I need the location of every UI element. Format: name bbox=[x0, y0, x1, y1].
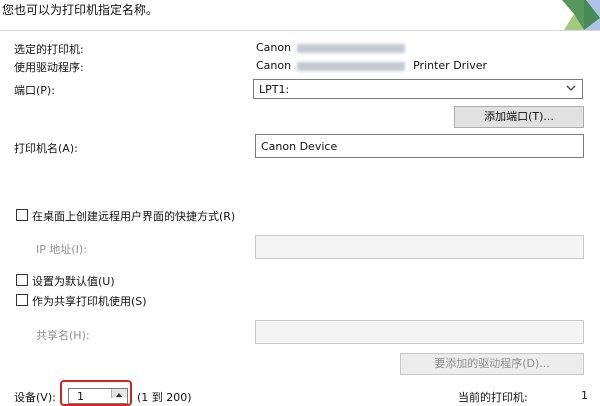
share-name-label: 共享名(H): bbox=[36, 329, 90, 342]
driver-prefix: Canon bbox=[256, 59, 292, 72]
printer-name-input[interactable]: Canon Device bbox=[255, 134, 584, 158]
port-label: 端口(P): bbox=[14, 84, 55, 97]
default-printer-checkbox[interactable] bbox=[16, 274, 28, 286]
shortcut-checkbox-label[interactable]: 在桌面上创建远程用户界面的快捷方式(R) bbox=[32, 208, 235, 224]
ip-address-input[interactable] bbox=[255, 235, 584, 259]
ip-address-label: IP 地址(I): bbox=[36, 243, 87, 256]
printer-name-value: Canon Device bbox=[261, 140, 338, 153]
port-selected-value: LPT1: bbox=[259, 83, 290, 96]
device-count-range: (1 到 200) bbox=[137, 391, 192, 404]
current-printer-label: 当前的打印机: bbox=[458, 391, 528, 404]
chevron-down-icon bbox=[566, 85, 576, 91]
shortcut-checkbox[interactable] bbox=[16, 209, 28, 221]
selected-printer-label: 选定的打印机: bbox=[14, 43, 84, 56]
driver-suffix: Printer Driver bbox=[413, 59, 488, 72]
redacted-driver-model bbox=[297, 61, 406, 71]
dialog-header: 您也可以为打印机指定名称。 bbox=[0, 0, 600, 31]
installer-logo-icon bbox=[562, 0, 600, 30]
highlight-frame bbox=[60, 380, 132, 406]
add-port-button[interactable]: 添加端口(T)... bbox=[454, 106, 584, 128]
printer-name-label: 打印机名(A): bbox=[14, 142, 78, 155]
share-printer-label[interactable]: 作为共享打印机使用(S) bbox=[32, 293, 147, 309]
add-drivers-button[interactable]: 要添加的驱动程序(D)... bbox=[400, 353, 584, 375]
device-count-label: 设备(V): bbox=[14, 391, 56, 404]
header-description: 您也可以为打印机指定名称。 bbox=[2, 3, 159, 17]
driver-label: 使用驱动程序: bbox=[14, 61, 84, 74]
port-select[interactable]: LPT1: bbox=[253, 79, 583, 99]
driver-value: Canon Printer Driver bbox=[256, 59, 487, 72]
share-name-input[interactable] bbox=[255, 320, 584, 344]
current-printer-value: 1 bbox=[581, 389, 588, 402]
redacted-model bbox=[297, 43, 406, 53]
share-printer-checkbox[interactable] bbox=[16, 294, 28, 306]
selected-printer-value: Canon bbox=[256, 41, 413, 54]
default-printer-label[interactable]: 设置为默认值(U) bbox=[32, 273, 115, 289]
selected-printer-name: Canon bbox=[256, 41, 292, 54]
